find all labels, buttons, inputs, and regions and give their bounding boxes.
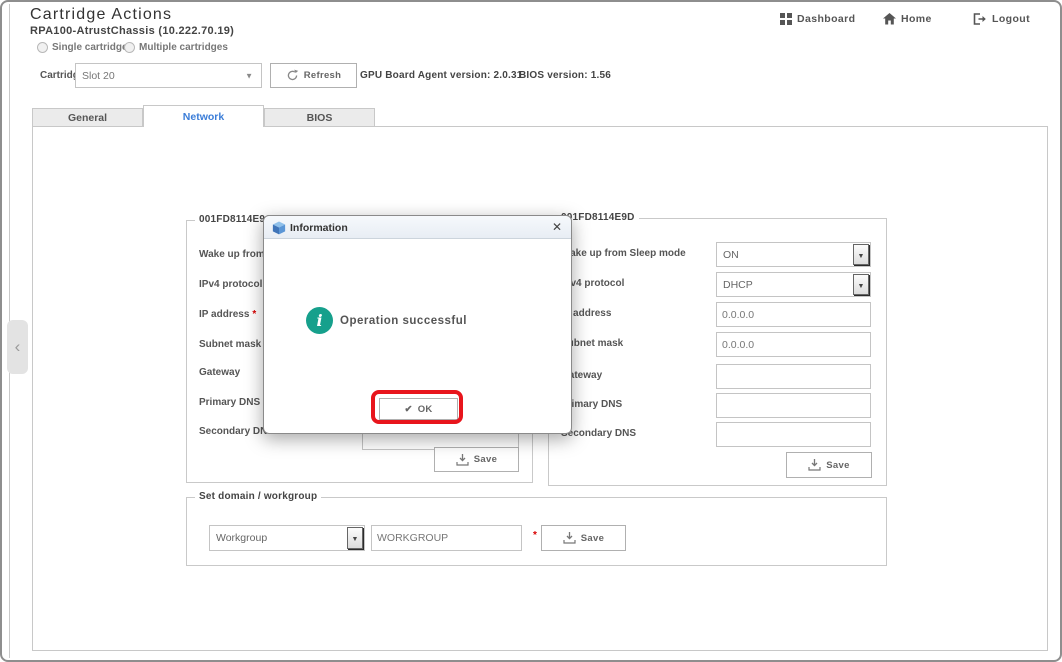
bios-version-text: BIOS version: 1.56 (519, 70, 611, 81)
right-wake-label: Wake up from Sleep mode (561, 248, 686, 259)
left-dns1-label: Primary DNS (199, 397, 260, 408)
radio-single-cartridge[interactable] (37, 42, 48, 53)
domain-save-button[interactable]: Save (541, 525, 626, 551)
right-wake-value: ON (723, 249, 739, 261)
domain-name-input[interactable] (371, 525, 522, 551)
radio-single-label: Single cartridge (52, 42, 128, 53)
left-save-button[interactable]: Save (434, 447, 519, 472)
ok-button-label: OK (418, 404, 433, 415)
right-save-button[interactable]: Save (786, 452, 872, 478)
nav-dashboard-label: Dashboard (797, 13, 855, 25)
left-save-label: Save (474, 454, 497, 465)
required-marker: * (252, 309, 256, 320)
save-icon (456, 454, 469, 466)
right-mask-input[interactable] (716, 332, 871, 357)
dropdown-button[interactable]: ▼ (347, 527, 363, 549)
right-cartridge-panel: 001FD8114E9D Wake up from Sleep mode ON … (548, 218, 887, 486)
right-dns1-input[interactable] (716, 393, 871, 418)
right-dns2-label: Secondary DNS (561, 428, 636, 439)
cartridge-select[interactable]: Slot 20 ▼ (75, 63, 262, 88)
info-icon: i (306, 307, 333, 334)
chevron-down-icon: ▼ (858, 283, 865, 290)
nav-logout[interactable]: Logout (973, 13, 1030, 25)
nav-logout-label: Logout (992, 13, 1030, 25)
right-dns2-input[interactable] (716, 422, 871, 447)
tab-bios[interactable]: BIOS (264, 108, 375, 127)
chevron-down-icon: ▼ (245, 71, 253, 80)
device-subtitle: RPA100-AtrustChassis (10.222.70.19) (30, 25, 234, 37)
refresh-button[interactable]: Refresh (270, 63, 357, 88)
right-wake-select[interactable]: ON ▼ (716, 242, 871, 267)
information-dialog: Information ✕ i Operation successful ✔ O… (263, 215, 572, 434)
close-icon[interactable]: ✕ (552, 220, 562, 234)
domain-workgroup-panel: Set domain / workgroup Workgroup ▼ * Sav… (186, 497, 887, 566)
chevron-down-icon: ▼ (858, 253, 865, 260)
domain-type-value: Workgroup (216, 532, 267, 544)
dialog-message: Operation successful (340, 315, 467, 327)
check-icon: ✔ (404, 404, 412, 415)
left-mask-label: Subnet mask* (199, 339, 268, 350)
dashboard-icon (780, 13, 792, 25)
tab-general[interactable]: General (32, 108, 143, 127)
tab-network[interactable]: Network (143, 105, 264, 127)
right-protocol-value: DHCP (723, 279, 753, 291)
dialog-title: Information (290, 222, 348, 234)
chevron-left-icon: ‹ (15, 337, 21, 356)
left-ip-label: IP address* (199, 309, 256, 320)
left-gateway-label: Gateway (199, 367, 240, 378)
agent-version-text: GPU Board Agent version: 2.0.31 (360, 70, 523, 81)
refresh-label: Refresh (304, 70, 341, 81)
required-marker: * (533, 530, 537, 541)
mode-single-option[interactable]: Single cartridge (37, 42, 128, 53)
mode-multiple-option[interactable]: Multiple cartridges (124, 42, 228, 53)
save-icon (808, 459, 821, 471)
chevron-down-icon: ▼ (352, 536, 359, 543)
right-gateway-input[interactable] (716, 364, 871, 389)
info-cube-icon (272, 221, 286, 235)
app-window: ‹ Cartridge Actions RPA100-AtrustChassis… (0, 0, 1062, 662)
logout-icon (973, 13, 987, 25)
nav-dashboard[interactable]: Dashboard (780, 13, 855, 25)
domain-type-select[interactable]: Workgroup ▼ (209, 525, 365, 551)
page-title: Cartridge Actions (30, 6, 172, 24)
save-icon (563, 532, 576, 544)
right-save-label: Save (826, 460, 849, 471)
radio-multiple-cartridges[interactable] (124, 42, 135, 53)
nav-home-label: Home (901, 13, 932, 25)
right-protocol-select[interactable]: DHCP ▼ (716, 272, 871, 297)
sidebar-collapse-handle[interactable]: ‹ (7, 320, 28, 374)
dropdown-button[interactable]: ▼ (853, 274, 869, 295)
ok-button[interactable]: ✔ OK (379, 398, 458, 420)
domain-panel-legend: Set domain / workgroup (195, 491, 321, 502)
refresh-icon (286, 69, 299, 82)
nav-home[interactable]: Home (883, 13, 932, 25)
cartridge-select-value: Slot 20 (82, 70, 115, 82)
radio-multiple-label: Multiple cartridges (139, 42, 228, 53)
left-protocol-label: IPv4 protocol (199, 279, 262, 290)
domain-save-label: Save (581, 533, 604, 544)
dropdown-button[interactable]: ▼ (853, 244, 869, 265)
home-icon (883, 13, 896, 25)
right-ip-input[interactable] (716, 302, 871, 327)
